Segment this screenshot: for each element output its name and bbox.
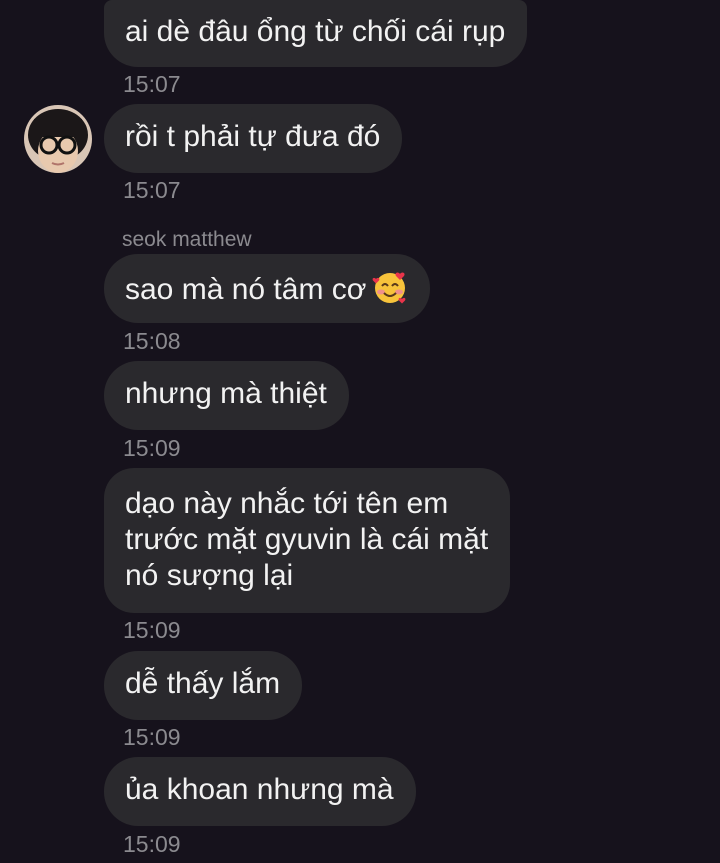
message-bubble[interactable]: ai dè đâu ổng từ chối cái rụp <box>104 0 528 67</box>
message-text-line: trước mặt gyuvin là cái mặt <box>125 523 489 556</box>
message-text: rồi t phải tự đưa đó <box>125 120 381 153</box>
message-text: nhưng mà thiệt <box>125 377 327 410</box>
message-bubble[interactable]: nhưng mà thiệt <box>104 361 349 430</box>
message-text-line: dạo này nhắc tới tên em <box>125 487 449 520</box>
avatar[interactable] <box>24 105 92 173</box>
message-text: dễ thấy lắm <box>125 667 281 700</box>
chat-thread: ai dè đâu ổng từ chối cái rụp 15:07 rồi … <box>0 0 720 863</box>
message-timestamp: 15:07 <box>123 71 181 97</box>
message-timestamp: 15:09 <box>123 435 181 461</box>
message-timestamp: 15:08 <box>123 328 181 354</box>
message-bubble[interactable]: dạo này nhắc tới tên em trước mặt gyuvin… <box>104 468 511 613</box>
message-bubble[interactable]: sao mà nó tâm cơ <box>104 254 431 323</box>
message-timestamp: 15:09 <box>123 724 181 750</box>
message-text: ủa khoan nhưng mà <box>125 773 394 806</box>
avatar-image <box>24 105 92 173</box>
sender-name: seok matthew <box>122 228 252 251</box>
message-bubble[interactable]: rồi t phải tự đưa đó <box>104 104 403 173</box>
message-bubble[interactable]: ủa khoan nhưng mà <box>104 757 416 826</box>
message-text: ai dè đâu ổng từ chối cái rụp <box>125 15 506 48</box>
message-bubble[interactable]: dễ thấy lắm <box>104 651 303 720</box>
message-timestamp: 15:09 <box>123 831 181 857</box>
smiling-face-with-hearts-icon <box>372 269 408 314</box>
message-text: sao mà nó tâm cơ <box>125 273 367 306</box>
message-timestamp: 15:07 <box>123 177 181 203</box>
message-timestamp: 15:09 <box>123 617 181 643</box>
message-text-line: nó sượng lại <box>125 559 294 592</box>
